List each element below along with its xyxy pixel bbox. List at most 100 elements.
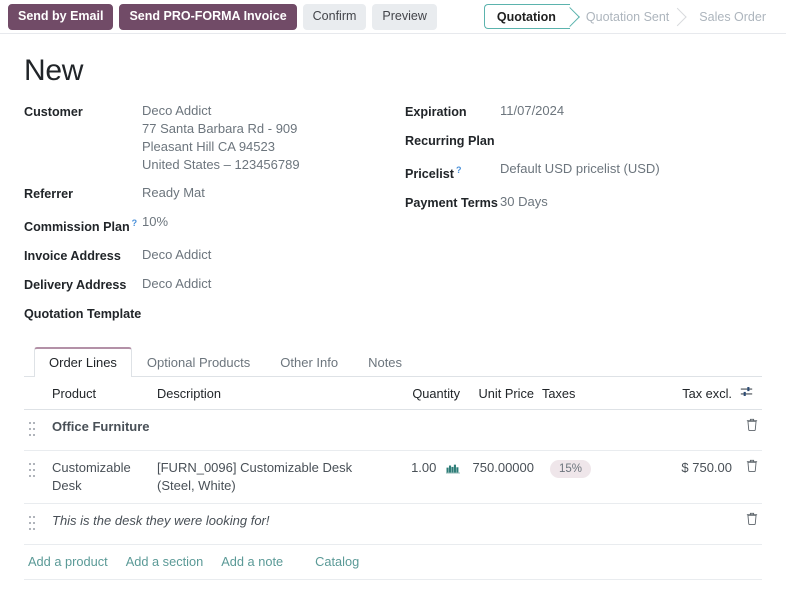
status-stage-sales-order[interactable]: Sales Order [683,4,780,29]
column-unit-price[interactable]: Unit Price [464,377,538,410]
tab-other-info[interactable]: Other Info [265,347,353,377]
drag-handle-icon[interactable] [28,418,37,439]
field-label-text: Pricelist [405,167,454,181]
delivery-address-value[interactable]: Deco Addict [142,275,211,293]
cell-unit-price[interactable]: 750.00000 [464,451,538,504]
field-groups: Customer Deco Addict 77 Santa Barbara Rd… [24,102,762,333]
add-line-row: Add a product Add a section Add a note C… [24,545,762,580]
order-footer-actions: Coupon Code Promotions Discount Add ship… [0,580,786,589]
confirm-button[interactable]: Confirm [303,4,367,30]
status-stage-quotation-sent[interactable]: Quotation Sent [570,4,683,29]
order-lines-header: Product Description Quantity Unit Price … [24,377,762,410]
note-text[interactable]: This is the desk they were looking for! [48,504,736,545]
status-stage-label: Quotation [497,10,556,24]
quantity-value: 1.00 [411,460,436,475]
notebook-tabs: Order Lines Optional Products Other Info… [24,347,762,377]
pricelist-value[interactable]: Default USD pricelist (USD) [500,160,660,178]
status-bar: Quotation Quotation Sent Sales Order [484,4,780,29]
trash-icon[interactable] [746,460,758,475]
cell-taxes[interactable]: 15% [538,451,658,504]
field-invoice-address: Invoice Address Deco Addict [24,246,393,265]
tab-notes[interactable]: Notes [353,347,417,377]
field-label: Referrer [24,184,142,203]
column-quantity[interactable]: Quantity [390,377,464,410]
status-stage-label: Quotation Sent [586,10,669,24]
cell-description[interactable]: [FURN_0096] Customizable Desk (Steel, Wh… [153,451,390,504]
row-drag-handle[interactable] [24,504,48,545]
page-title: New [24,54,762,88]
table-row[interactable]: Customizable Desk [FURN_0096] Customizab… [24,451,762,504]
customer-name[interactable]: Deco Addict [142,102,300,120]
field-pricelist: Pricelist? Default USD pricelist (USD) [405,160,762,183]
expiration-value[interactable]: 11/07/2024 [500,102,564,120]
add-links-cell: Add a product Add a section Add a note C… [24,545,762,580]
drag-handle-icon[interactable] [28,459,37,480]
notebook: Order Lines Optional Products Other Info… [24,347,762,580]
commission-plan-value[interactable]: 10% [142,213,168,231]
send-by-email-button[interactable]: Send by Email [8,4,113,30]
order-lines-body: Office Furniture [24,410,762,580]
table-header-row: Product Description Quantity Unit Price … [24,377,762,410]
field-label: Expiration [405,102,500,121]
tab-order-lines[interactable]: Order Lines [34,347,132,377]
column-taxes[interactable]: Taxes [538,377,658,410]
field-label: Commission Plan? [24,213,142,236]
order-lines-table: Product Description Quantity Unit Price … [24,377,762,580]
column-handle [24,377,48,410]
table-row[interactable]: Office Furniture [24,410,762,451]
payment-terms-value[interactable]: 30 Days [500,193,548,211]
row-drag-handle[interactable] [24,410,48,451]
row-delete-cell [736,451,762,504]
tax-badge[interactable]: 15% [550,460,591,478]
field-label: Delivery Address [24,275,142,294]
field-label-text: Commission Plan [24,220,130,234]
field-label: Payment Terms [405,193,500,212]
column-options [736,377,762,410]
tab-optional-products[interactable]: Optional Products [132,347,265,377]
cell-quantity[interactable]: 1.00 [390,451,464,504]
sliders-icon[interactable] [740,386,753,401]
preview-button[interactable]: Preview [372,4,436,30]
control-panel: Send by Email Send PRO-FORMA Invoice Con… [0,0,786,34]
field-label: Recurring Plan [405,131,500,150]
customer-city: Pleasant Hill CA 94523 [142,138,300,156]
field-payment-terms: Payment Terms 30 Days [405,193,762,212]
column-product[interactable]: Product [48,377,153,410]
referrer-value[interactable]: Ready Mat [142,184,205,202]
field-label: Customer [24,102,142,121]
add-a-product-link[interactable]: Add a product [28,553,108,571]
invoice-address-value[interactable]: Deco Addict [142,246,211,264]
drag-handle-icon[interactable] [28,512,37,533]
field-referrer: Referrer Ready Mat [24,184,393,203]
field-group-right: Expiration 11/07/2024 Recurring Plan Pri… [393,102,762,333]
help-icon[interactable]: ? [132,218,138,228]
field-quotation-template: Quotation Template [24,304,393,323]
column-description[interactable]: Description [153,377,390,410]
cell-product[interactable]: Customizable Desk [48,451,153,504]
trash-icon[interactable] [746,419,758,434]
catalog-link[interactable]: Catalog [315,553,359,571]
field-group-left: Customer Deco Addict 77 Santa Barbara Rd… [24,102,393,333]
table-row[interactable]: This is the desk they were looking for! [24,504,762,545]
field-label: Invoice Address [24,246,142,265]
add-a-section-link[interactable]: Add a section [126,553,204,571]
row-delete-cell [736,504,762,545]
field-commission-plan: Commission Plan? 10% [24,213,393,236]
help-icon[interactable]: ? [456,165,462,175]
forecast-chart-icon[interactable] [446,461,460,479]
trash-icon[interactable] [746,513,758,528]
add-a-note-link[interactable]: Add a note [221,553,283,571]
customer-value[interactable]: Deco Addict 77 Santa Barbara Rd - 909 Pl… [142,102,300,174]
row-delete-cell [736,410,762,451]
customer-street: 77 Santa Barbara Rd - 909 [142,120,300,138]
field-label: Pricelist? [405,160,500,183]
status-stage-quotation[interactable]: Quotation [484,4,570,29]
add-links: Add a product Add a section Add a note C… [28,553,758,571]
section-title[interactable]: Office Furniture [48,410,736,451]
row-drag-handle[interactable] [24,451,48,504]
field-customer: Customer Deco Addict 77 Santa Barbara Rd… [24,102,393,174]
field-label: Quotation Template [24,304,164,323]
field-recurring-plan: Recurring Plan [405,131,762,150]
send-pro-forma-invoice-button[interactable]: Send PRO-FORMA Invoice [119,4,296,30]
column-tax-excl[interactable]: Tax excl. [658,377,736,410]
